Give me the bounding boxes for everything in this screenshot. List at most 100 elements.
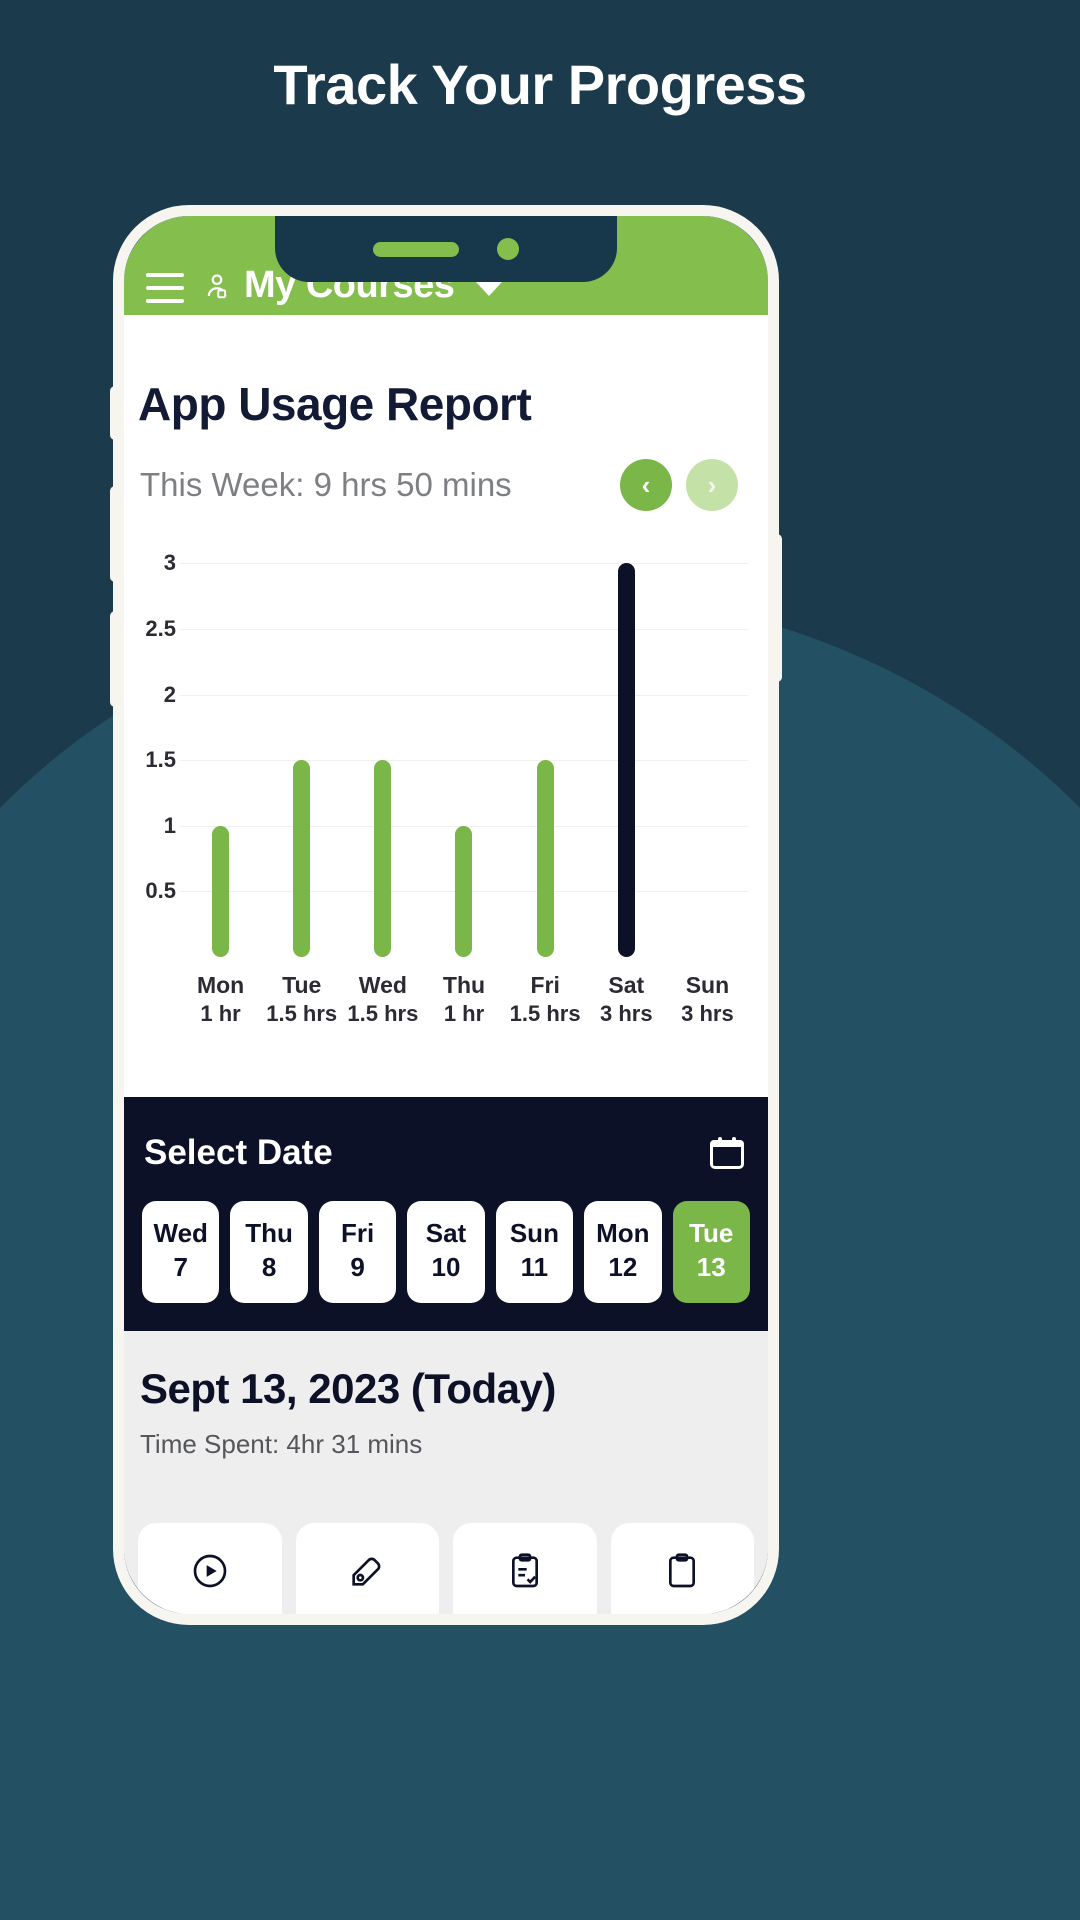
calendar-icon[interactable] [710, 1137, 744, 1170]
date-chip-number: 13 [696, 1252, 726, 1283]
chart-y-tick-label: 2.5 [145, 615, 176, 641]
chart-bar-column[interactable] [586, 537, 667, 957]
phone-screen: My Courses App Usage Report This Week: 9… [124, 216, 768, 1614]
chart-y-tick-label: 1.5 [145, 747, 176, 773]
date-chip-day: Fri [340, 1218, 375, 1249]
chart-y-tick-label: 1 [163, 812, 176, 838]
chart-x-day: Tue [282, 972, 322, 998]
week-summary-text: This Week: 9 hrs 50 mins [140, 466, 512, 503]
chart-x-day: Mon [196, 972, 245, 998]
front-camera [497, 238, 519, 260]
chart-bottom-spacer [124, 1027, 768, 1098]
chart-bars [180, 537, 748, 957]
date-chip-number: 9 [350, 1252, 365, 1283]
chart-x-day: Thu [442, 972, 486, 998]
date-chip[interactable]: Tue 13 [672, 1201, 750, 1303]
date-chip-number: 7 [173, 1252, 188, 1283]
date-chip-day: Sat [425, 1218, 467, 1249]
date-chip-list: Wed 7 Thu 8 Fri 9 Sat 10 Sun 11 Mon 12 Tue 13 [142, 1201, 750, 1303]
chart-bar [212, 825, 230, 957]
chart-y-tick-label: 3 [163, 550, 176, 576]
chart-x-value: 3 hrs [681, 1000, 734, 1026]
person-icon [202, 269, 232, 303]
bottom-navigation [124, 1522, 768, 1614]
phone-volume-up-button [110, 486, 120, 582]
today-time-spent: Time Spent: 4hr 31 mins [140, 1428, 423, 1459]
date-chip-number: 11 [520, 1252, 549, 1283]
week-nav-buttons: ‹ › [620, 459, 738, 511]
screen-content: App Usage Report This Week: 9 hrs 50 min… [124, 315, 768, 1614]
chart-y-tick-label: 0.5 [145, 878, 176, 904]
chart-x-day: Fri [530, 972, 560, 998]
select-date-header: Select Date [142, 1133, 750, 1173]
chart-bar-column[interactable] [423, 537, 504, 957]
clipboard-check-icon [505, 1551, 545, 1591]
chart-bar-column[interactable] [505, 537, 586, 957]
nav-item-play[interactable] [138, 1522, 282, 1614]
phone-power-button [772, 534, 782, 682]
next-week-button[interactable]: › [686, 459, 738, 511]
date-chip-day: Mon [596, 1218, 650, 1249]
pen-tag-icon [347, 1551, 387, 1591]
date-chip-number: 10 [431, 1252, 461, 1283]
chart-bar [455, 825, 473, 957]
chart-x-day: Sun [685, 972, 730, 998]
chart-x-value: 1.5 hrs [266, 1000, 338, 1026]
chart-y-tick-label: 2 [163, 681, 176, 707]
chart-bar-column[interactable] [261, 537, 342, 957]
previous-week-button[interactable]: ‹ [620, 459, 672, 511]
chart-bar [374, 760, 392, 957]
chart-bar-column[interactable] [180, 537, 261, 957]
select-date-panel: Select Date Wed 7 Thu 8 Fri 9 Sat 10 Sun 11 Mon 12 T… [124, 1097, 768, 1331]
play-circle-icon [190, 1551, 230, 1591]
chart-bar [536, 760, 554, 957]
nav-item-notes[interactable] [295, 1522, 439, 1614]
hamburger-icon[interactable] [146, 273, 184, 303]
chart-x-axis: Mon 1 hr Tue 1.5 hrs Wed 1.5 hrs Thu 1 hr Fri 1.5… [124, 957, 768, 1027]
clipboard-icon [662, 1551, 702, 1591]
page-headline: Track Your Progress [273, 53, 807, 116]
phone-notch [275, 216, 617, 282]
chart-x-value: 1.5 hrs [347, 1000, 419, 1026]
report-subheader: This Week: 9 hrs 50 mins ‹ › [124, 431, 768, 511]
date-chip-day: Tue [689, 1218, 734, 1249]
phone-volume-down-button [110, 611, 120, 707]
nav-item-assignments[interactable] [610, 1522, 754, 1614]
date-chip[interactable]: Sat 10 [407, 1201, 485, 1303]
date-chip-day: Wed [153, 1218, 208, 1249]
phone-silent-switch [110, 386, 120, 440]
chart-x-value: 1 hr [443, 1000, 485, 1026]
date-chip[interactable]: Wed 7 [142, 1201, 220, 1303]
chart-x-day: Sat [608, 972, 645, 998]
chart-bar-column[interactable] [342, 537, 423, 957]
phone-mockup: My Courses App Usage Report This Week: 9… [110, 205, 782, 1625]
date-chip[interactable]: Thu 8 [230, 1201, 308, 1303]
date-chip[interactable]: Sun 11 [495, 1201, 574, 1303]
chart-x-label: Thu 1 hr [423, 971, 504, 1027]
date-chip-number: 8 [261, 1252, 277, 1283]
screenshot-root: Track Your Progress My Courses App Usage… [0, 0, 1080, 1920]
nav-item-tests[interactable] [453, 1522, 597, 1614]
select-date-title: Select Date [144, 1133, 333, 1173]
date-chip[interactable]: Mon 12 [584, 1201, 662, 1303]
chevron-down-icon[interactable] [476, 281, 503, 296]
date-chip-day: Thu [245, 1218, 293, 1249]
page-title: App Usage Report [138, 378, 532, 430]
today-summary: Sept 13, 2023 (Today) Time Spent: 4hr 31… [124, 1330, 768, 1523]
earpiece-speaker [373, 241, 459, 257]
chart-x-label: Tue 1.5 hrs [261, 971, 342, 1027]
chart-x-label: Sat 3 hrs [586, 971, 667, 1027]
chart-x-value: 1 hr [200, 1000, 241, 1026]
chart-x-label: Fri 1.5 hrs [505, 971, 586, 1027]
chart-bar [293, 760, 311, 957]
chart-bar-column[interactable] [667, 537, 748, 957]
chart-x-label: Wed 1.5 hrs [342, 971, 423, 1027]
today-date: Sept 13, 2023 (Today) [140, 1364, 556, 1412]
chart-x-label: Sun 3 hrs [667, 971, 748, 1027]
chart-bar [617, 563, 635, 957]
date-chip-number: 12 [608, 1252, 638, 1283]
date-chip[interactable]: Fri 9 [318, 1201, 397, 1303]
usage-bar-chart: 3 2.5 2 1.5 1 0.5 [124, 537, 768, 957]
chart-x-day: Wed [358, 972, 407, 998]
chart-x-value: 1.5 hrs [509, 1000, 581, 1026]
